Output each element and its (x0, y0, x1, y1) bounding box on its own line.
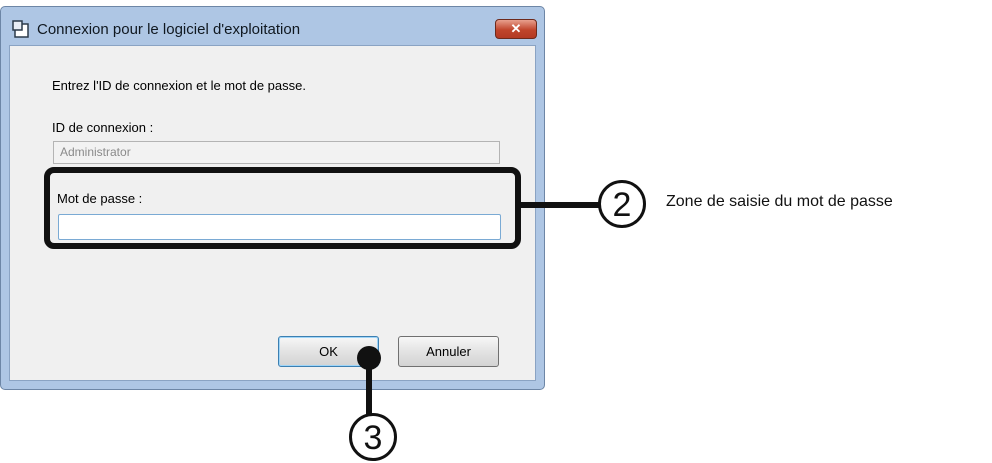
instruction-text: Entrez l'ID de connexion et le mot de pa… (52, 78, 306, 93)
password-highlight-frame (44, 167, 521, 249)
cancel-button[interactable]: Annuler (398, 336, 499, 367)
callout-3-connector (366, 364, 372, 416)
app-window-icon (12, 20, 30, 38)
login-id-label: ID de connexion : (52, 120, 154, 135)
callout-2-connector (516, 202, 601, 208)
callout-2-text: Zone de saisie du mot de passe (666, 193, 893, 210)
callout-2-marker: 2 (598, 180, 646, 228)
login-id-field: Administrator (53, 141, 500, 164)
title-bar[interactable]: Connexion pour le logiciel d'exploitatio… (1, 7, 544, 45)
close-button[interactable]: ✕ (495, 19, 537, 39)
close-icon: ✕ (510, 21, 522, 36)
dialog-title: Connexion pour le logiciel d'exploitatio… (37, 21, 301, 38)
callout-3-pointer-dot (357, 346, 381, 370)
callout-3-marker: 3 (349, 413, 397, 461)
